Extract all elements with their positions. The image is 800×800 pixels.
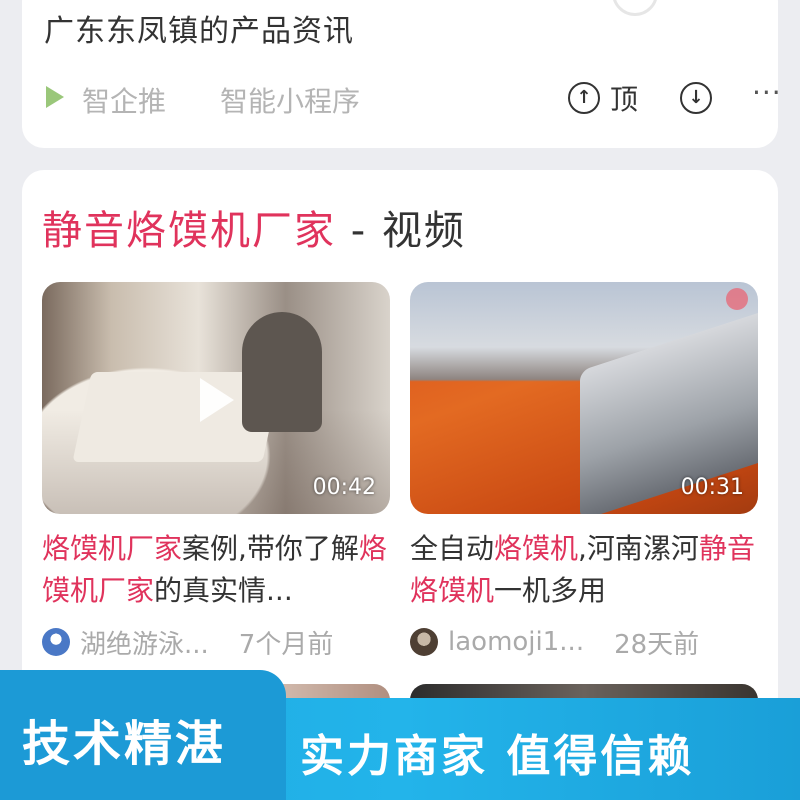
thumbnail-figure bbox=[242, 312, 322, 432]
decorative-circle-icon bbox=[612, 0, 658, 16]
upvote-label: 顶 bbox=[610, 83, 639, 116]
down-arrow-circle-icon: ↓ bbox=[680, 82, 712, 114]
downvote-button[interactable]: ↓ bbox=[680, 82, 712, 114]
title-text: 全自动 bbox=[410, 532, 495, 565]
title-text: ,河南漯河 bbox=[578, 532, 699, 565]
video-title[interactable]: 烙馍机厂家案例,带你了解烙馍机厂家的真实情... bbox=[42, 528, 390, 612]
more-icon[interactable]: ··· bbox=[752, 76, 782, 109]
video-thumbnail[interactable]: 00:42 bbox=[42, 282, 390, 514]
source-subtitle[interactable]: 智能小程序 bbox=[220, 80, 360, 120]
title-text: 一机多用 bbox=[494, 574, 607, 607]
result-snippet: 广东东凤镇的产品资讯 bbox=[44, 14, 354, 49]
video-time: 28天前 bbox=[614, 629, 700, 660]
up-arrow-circle-icon: ↑ bbox=[568, 82, 600, 114]
upvote-button[interactable]: ↑ 顶 bbox=[568, 78, 638, 118]
source-name[interactable]: 智企推 bbox=[82, 80, 166, 120]
section-title-highlight: 静音烙馍机厂家 bbox=[42, 208, 336, 254]
video-author[interactable]: laomoji1... bbox=[448, 627, 584, 657]
video-item[interactable]: 00:31 全自动烙馍机,河南漯河静音烙馍机一机多用 laomoji1... 2… bbox=[410, 282, 758, 662]
video-duration: 00:31 bbox=[680, 475, 744, 500]
video-title[interactable]: 全自动烙馍机,河南漯河静音烙馍机一机多用 bbox=[410, 528, 758, 612]
section-title[interactable]: 静音烙馍机厂家 - 视频 bbox=[42, 198, 466, 256]
title-text: 案例,带你了解 bbox=[182, 532, 359, 565]
video-time: 7个月前 bbox=[238, 629, 334, 660]
video-thumbnail[interactable]: 00:31 bbox=[410, 282, 758, 514]
title-highlight: 烙馍机厂家 bbox=[42, 532, 183, 565]
video-duration: 00:42 bbox=[312, 475, 376, 500]
play-icon[interactable] bbox=[200, 378, 234, 422]
video-meta: 湖绝游泳... 7个月前 bbox=[42, 622, 390, 662]
title-text: 的真实情... bbox=[154, 574, 293, 607]
promo-slogan: 实力商家 值得信赖 bbox=[300, 731, 695, 782]
video-author[interactable]: 湖绝游泳... bbox=[80, 624, 209, 661]
result-source-row: 智企推 智能小程序 ↑ 顶 ↓ ··· bbox=[44, 76, 781, 120]
thumbnail-mark bbox=[726, 288, 748, 310]
video-item[interactable]: 00:42 烙馍机厂家案例,带你了解烙馍机厂家的真实情... 湖绝游泳... 7… bbox=[42, 282, 390, 662]
section-title-suffix: - 视频 bbox=[336, 208, 466, 254]
avatar[interactable] bbox=[410, 628, 438, 656]
title-highlight: 烙馍机 bbox=[494, 532, 579, 565]
avatar[interactable] bbox=[42, 628, 70, 656]
play-icon bbox=[46, 86, 64, 108]
video-meta: laomoji1... 28天前 bbox=[410, 622, 758, 662]
promo-tab-text: 技术精湛 bbox=[22, 716, 227, 772]
search-result-card[interactable]: 广东东凤镇的产品资讯 智企推 智能小程序 ↑ 顶 ↓ ··· bbox=[22, 0, 781, 148]
promo-banner-tab[interactable]: 技术精湛 bbox=[0, 670, 286, 800]
